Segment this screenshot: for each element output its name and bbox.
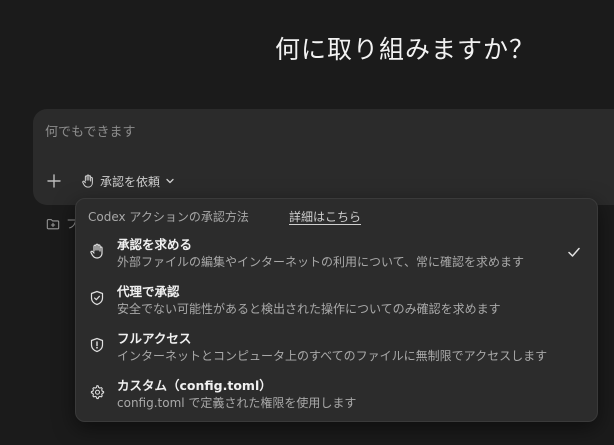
option-description: config.toml で定義された権限を使用します xyxy=(117,396,357,410)
approval-mode-menu: Codex アクションの承認方法 詳細はこちら 承認を求める 外部ファイルの編集… xyxy=(75,198,598,422)
hand-icon xyxy=(89,243,105,259)
menu-option-request-approval[interactable]: 承認を求める 外部ファイルの編集やインターネットの利用について、常に確認を求めま… xyxy=(80,231,593,273)
details-link[interactable]: 詳細はこちら xyxy=(289,208,361,225)
gear-icon xyxy=(89,384,105,400)
approval-mode-label: 承認を依頼 xyxy=(100,174,161,189)
menu-option-custom[interactable]: カスタム（config.toml） config.toml で定義された権限を使… xyxy=(80,372,593,414)
alert-circle-icon xyxy=(89,337,105,353)
menu-option-auto-approve[interactable]: 代理で承認 安全でない可能性があると検出された操作についてのみ確認を求めます xyxy=(80,278,593,320)
option-description: 外部ファイルの編集やインターネットの利用について、常に確認を求めます xyxy=(117,255,525,269)
composer: 承認を依頼 xyxy=(33,109,614,205)
page-title: 何に取り組みますか？ xyxy=(274,35,535,64)
option-title: カスタム（config.toml） xyxy=(117,378,272,393)
menu-header: Codex アクションの承認方法 xyxy=(88,210,249,224)
app-window: 何に取り組みますか？ 承認を依頼 xyxy=(0,0,614,445)
option-title: 承認を求める xyxy=(117,237,193,252)
project-row[interactable]: フ xyxy=(46,215,78,232)
hand-icon xyxy=(81,174,95,188)
plus-icon xyxy=(47,174,61,188)
option-description: インターネットとコンピュータ上のすべてのファイルに無制限でアクセスします xyxy=(117,349,548,363)
option-title: 代理で承認 xyxy=(117,284,180,299)
shield-check-icon xyxy=(89,290,105,306)
checkmark-icon xyxy=(567,245,581,259)
add-button[interactable] xyxy=(45,172,63,190)
option-description: 安全でない可能性があると検出された操作についてのみ確認を求めます xyxy=(117,302,501,316)
chevron-down-icon xyxy=(165,176,175,186)
menu-option-full-access[interactable]: フルアクセス インターネットとコンピュータ上のすべてのファイルに無制限でアクセス… xyxy=(80,325,593,367)
approval-mode-button[interactable]: 承認を依頼 xyxy=(81,172,175,190)
folder-plus-icon xyxy=(46,217,60,231)
option-title: フルアクセス xyxy=(117,331,192,346)
prompt-input[interactable] xyxy=(45,122,585,142)
